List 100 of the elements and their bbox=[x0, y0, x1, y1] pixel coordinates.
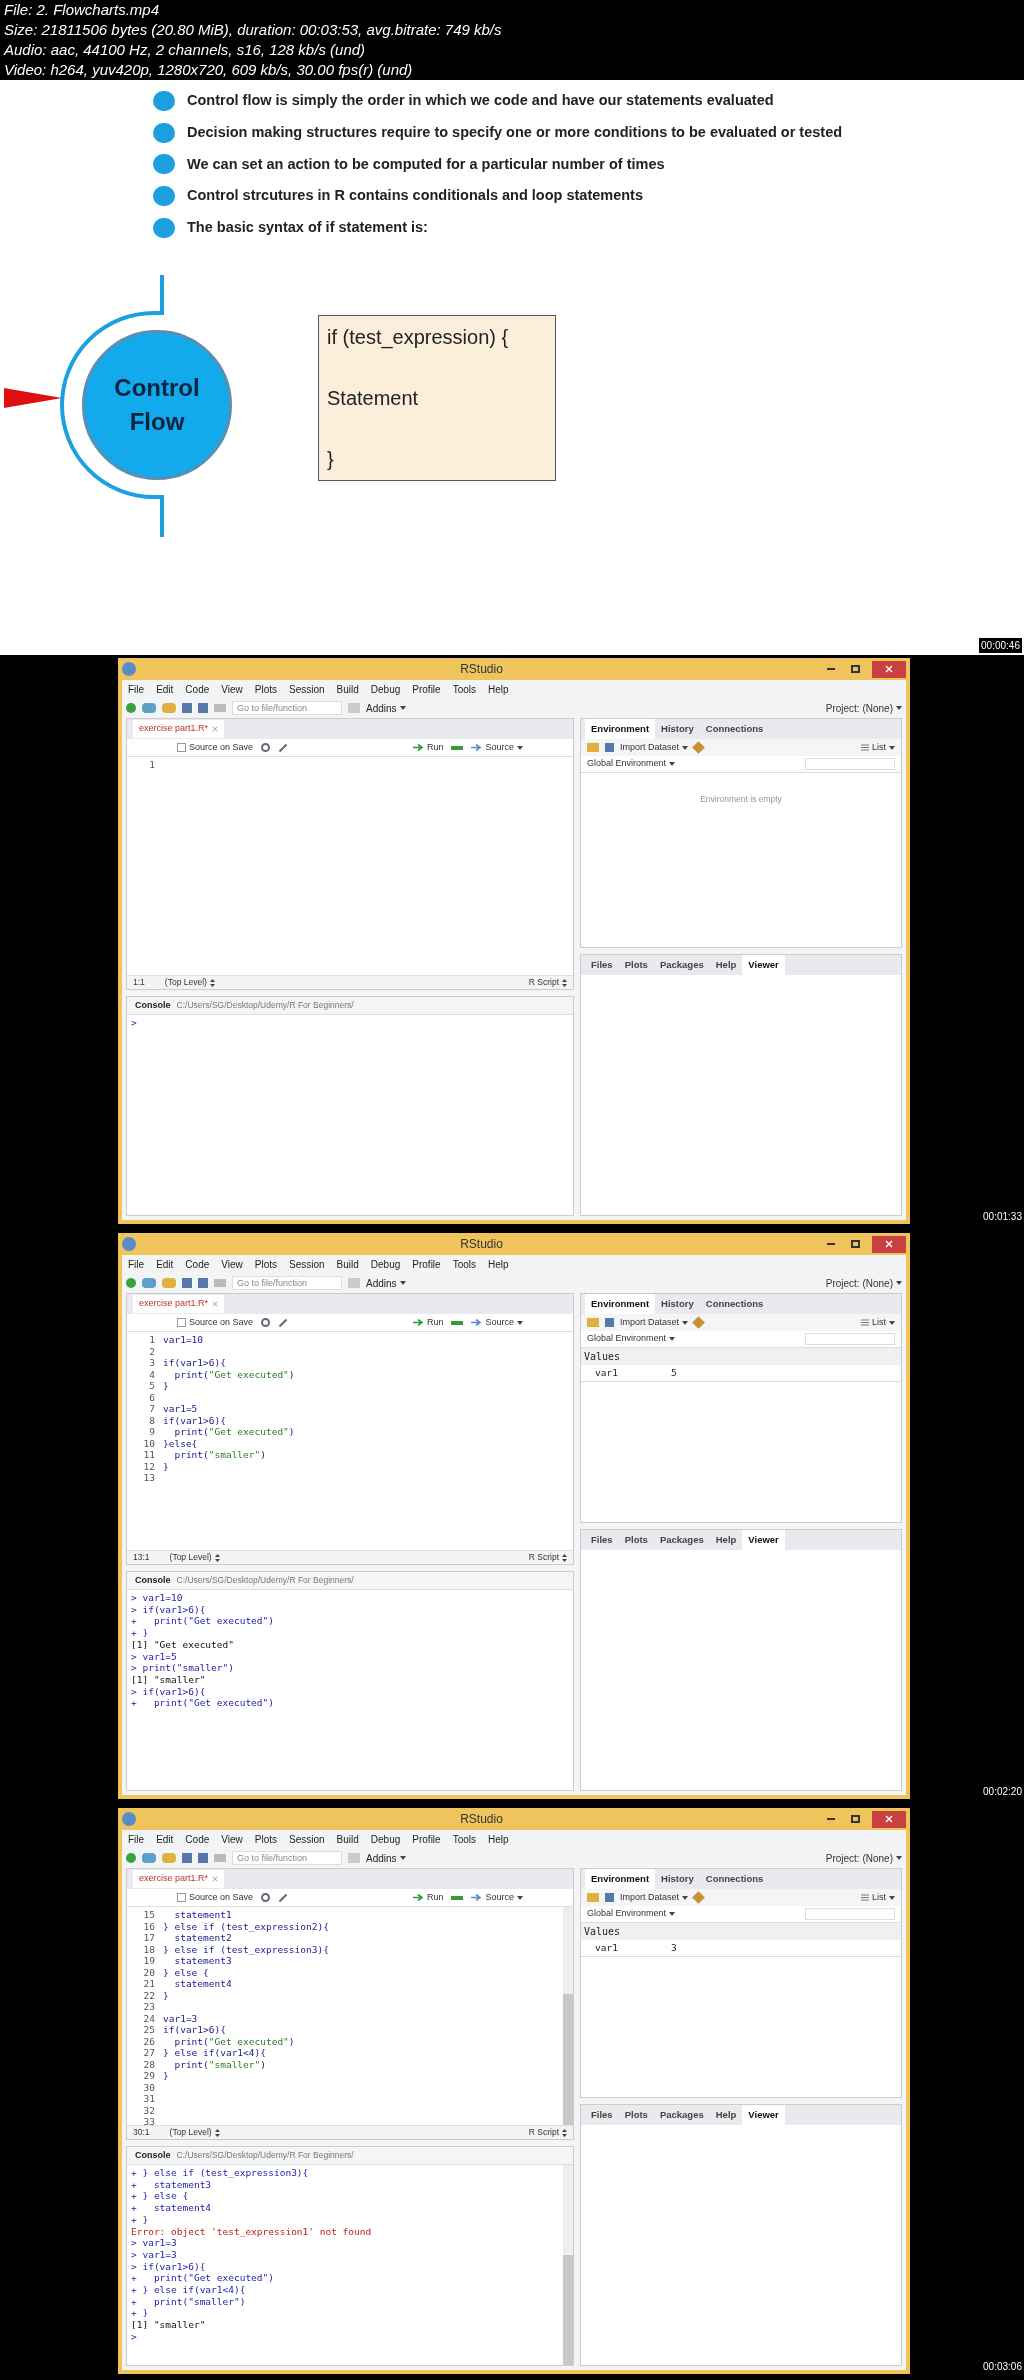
close-button[interactable] bbox=[872, 1235, 906, 1253]
menu-item[interactable]: File bbox=[128, 681, 145, 697]
maximize-icon[interactable] bbox=[851, 1815, 860, 1823]
go-to-file-field[interactable]: Go to file/function bbox=[232, 1851, 342, 1865]
menu-item[interactable]: Build bbox=[336, 1256, 359, 1272]
minimize-icon[interactable] bbox=[827, 1243, 835, 1245]
editor-tab[interactable]: exercise part1.R* bbox=[133, 1870, 225, 1888]
run-button[interactable]: Run bbox=[412, 1890, 444, 1905]
menu-item[interactable]: Help bbox=[488, 1256, 509, 1272]
menu-item[interactable]: Profile bbox=[412, 1831, 441, 1847]
editor-tab[interactable]: exercise part1.R* bbox=[133, 720, 225, 738]
pane-tab[interactable]: Environment bbox=[585, 1293, 656, 1314]
minimize-icon[interactable] bbox=[827, 1818, 835, 1820]
pane-tab[interactable]: Help bbox=[709, 2104, 743, 2125]
menu-item[interactable]: Tools bbox=[452, 1256, 476, 1272]
file-type-selector[interactable]: R Script bbox=[528, 1551, 567, 1564]
pane-tab[interactable]: Packages bbox=[653, 1529, 710, 1550]
maximize-icon[interactable] bbox=[851, 1240, 860, 1248]
project-menu[interactable]: Project: (None) bbox=[825, 1275, 902, 1291]
pane-tab[interactable]: Files bbox=[585, 1529, 619, 1550]
search-field[interactable] bbox=[805, 1333, 895, 1345]
menu-item[interactable]: Tools bbox=[452, 681, 476, 697]
pane-tab[interactable]: History bbox=[655, 1293, 700, 1314]
list-view-menu[interactable]: List bbox=[861, 1315, 895, 1330]
source-button[interactable]: Source bbox=[471, 1315, 523, 1330]
search-field[interactable] bbox=[805, 1908, 895, 1920]
run-button[interactable]: Run bbox=[412, 1315, 444, 1330]
menu-item[interactable]: Build bbox=[336, 681, 359, 697]
menu-item[interactable]: File bbox=[128, 1831, 145, 1847]
import-dataset-menu[interactable]: Import Dataset bbox=[620, 1315, 689, 1330]
menu-item[interactable]: Plots bbox=[254, 1256, 277, 1272]
menu-item[interactable]: Profile bbox=[412, 1256, 441, 1272]
menu-item[interactable]: Edit bbox=[156, 1256, 174, 1272]
variable-row[interactable]: var1 3 bbox=[581, 1940, 901, 1958]
addins-menu[interactable]: Addins bbox=[366, 700, 406, 716]
menu-item[interactable]: Debug bbox=[370, 1256, 401, 1272]
import-dataset-menu[interactable]: Import Dataset bbox=[620, 740, 689, 755]
list-view-menu[interactable]: List bbox=[861, 740, 895, 755]
project-menu[interactable]: Project: (None) bbox=[825, 700, 902, 716]
menu-item[interactable]: Code bbox=[185, 1831, 210, 1847]
pane-tab[interactable]: Packages bbox=[653, 2104, 710, 2125]
pane-tab[interactable]: Viewer bbox=[742, 954, 785, 975]
file-type-selector[interactable]: R Script bbox=[528, 976, 567, 989]
menu-item[interactable]: Help bbox=[488, 1831, 509, 1847]
source-button[interactable]: Source bbox=[471, 740, 523, 755]
menu-item[interactable]: View bbox=[221, 1256, 243, 1272]
menu-item[interactable]: Session bbox=[289, 681, 325, 697]
pane-tab[interactable]: Files bbox=[585, 2104, 619, 2125]
addins-menu[interactable]: Addins bbox=[366, 1275, 406, 1291]
import-dataset-menu[interactable]: Import Dataset bbox=[620, 1890, 689, 1905]
menu-item[interactable]: Session bbox=[289, 1831, 325, 1847]
menu-item[interactable]: Edit bbox=[156, 681, 174, 697]
menu-item[interactable]: Tools bbox=[452, 1831, 476, 1847]
list-view-menu[interactable]: List bbox=[861, 1890, 895, 1905]
menu-item[interactable]: Build bbox=[336, 1831, 359, 1847]
minimize-icon[interactable] bbox=[827, 668, 835, 670]
source-button[interactable]: Source bbox=[471, 1890, 523, 1905]
pane-tab[interactable]: Plots bbox=[618, 954, 654, 975]
source-on-save-checkbox[interactable] bbox=[177, 1318, 186, 1327]
menu-item[interactable]: Plots bbox=[254, 681, 277, 697]
pane-tab[interactable]: Viewer bbox=[742, 1529, 785, 1550]
menu-item[interactable]: Session bbox=[289, 1256, 325, 1272]
scope-selector[interactable]: (Top Level) bbox=[164, 976, 215, 989]
search-field[interactable] bbox=[805, 758, 895, 770]
menu-item[interactable]: Plots bbox=[254, 1831, 277, 1847]
pane-tab[interactable]: Connections bbox=[699, 1868, 770, 1889]
search-icon[interactable] bbox=[261, 743, 271, 752]
menu-item[interactable]: Profile bbox=[412, 681, 441, 697]
pane-tab[interactable]: History bbox=[655, 718, 700, 739]
project-menu[interactable]: Project: (None) bbox=[825, 1850, 902, 1866]
menu-item[interactable]: Debug bbox=[370, 681, 401, 697]
pane-tab[interactable]: Connections bbox=[699, 1293, 770, 1314]
menu-item[interactable]: View bbox=[221, 1831, 243, 1847]
scrollbar[interactable] bbox=[563, 2165, 573, 2365]
editor-tab[interactable]: exercise part1.R* bbox=[133, 1295, 225, 1313]
go-to-file-field[interactable]: Go to file/function bbox=[232, 701, 342, 715]
pane-tab[interactable]: Files bbox=[585, 954, 619, 975]
search-icon[interactable] bbox=[261, 1893, 271, 1902]
pane-tab[interactable]: Plots bbox=[618, 2104, 654, 2125]
pane-tab[interactable]: Connections bbox=[699, 718, 770, 739]
source-on-save-checkbox[interactable] bbox=[177, 743, 186, 752]
menu-item[interactable]: Code bbox=[185, 1256, 210, 1272]
file-type-selector[interactable]: R Script bbox=[528, 2126, 567, 2139]
pane-tab[interactable]: Help bbox=[709, 954, 743, 975]
go-to-file-field[interactable]: Go to file/function bbox=[232, 1276, 342, 1290]
maximize-icon[interactable] bbox=[851, 665, 860, 673]
run-button[interactable]: Run bbox=[412, 740, 444, 755]
global-environment-menu[interactable]: Global Environment bbox=[587, 1332, 676, 1346]
search-icon[interactable] bbox=[261, 1318, 271, 1327]
global-environment-menu[interactable]: Global Environment bbox=[587, 757, 676, 771]
pane-tab[interactable]: Packages bbox=[653, 954, 710, 975]
menu-item[interactable]: Debug bbox=[370, 1831, 401, 1847]
pane-tab[interactable]: Environment bbox=[585, 1868, 656, 1889]
close-button[interactable] bbox=[872, 660, 906, 678]
scrollbar[interactable] bbox=[563, 1907, 573, 2125]
close-button[interactable] bbox=[872, 1810, 906, 1828]
pane-tab[interactable]: History bbox=[655, 1868, 700, 1889]
addins-menu[interactable]: Addins bbox=[366, 1850, 406, 1866]
source-on-save-checkbox[interactable] bbox=[177, 1893, 186, 1902]
menu-item[interactable]: File bbox=[128, 1256, 145, 1272]
